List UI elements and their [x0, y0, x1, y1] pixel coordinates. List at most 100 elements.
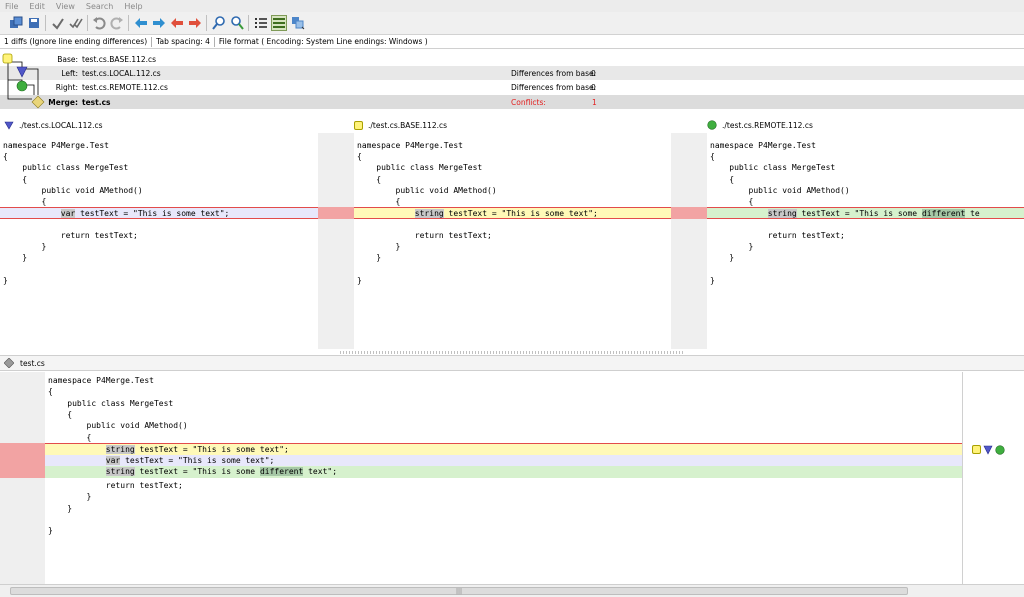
file-row-base[interactable]: Base: test.cs.BASE.112.cs: [0, 52, 1024, 66]
diff-count: 1 diffs (Ignore line ending differences): [4, 37, 148, 46]
menu-edit[interactable]: Edit: [24, 2, 51, 11]
local-conflict-keyword: var: [60, 209, 76, 218]
base-code-line: }: [357, 275, 362, 285]
remote-conflict-end: te: [965, 209, 980, 218]
base-filename: test.cs.BASE.112.cs: [82, 55, 157, 64]
base-file-icon: [354, 120, 363, 130]
file-row-merge[interactable]: Merge: test.cs Conflicts: 1: [0, 95, 1024, 109]
left-gutter: [318, 133, 354, 349]
merge-code-pane[interactable]: namespace P4Merge.Test { public class Mer…: [45, 372, 962, 584]
merge-filename: test.cs: [82, 98, 111, 107]
base-code-line: return testText;: [357, 230, 492, 240]
prev-diff-icon[interactable]: [133, 15, 149, 31]
remote-conflict-mid: testText = "This is some: [796, 209, 922, 218]
remote-code-line: public class MergeTest: [710, 163, 836, 173]
file-list: Base: test.cs.BASE.112.cs Left: test.cs.…: [0, 50, 1024, 112]
base-icon: [2, 53, 13, 64]
remote-code-line: public void AMethod(): [710, 185, 850, 195]
merge-code-line: {: [48, 387, 53, 397]
right-diff-label: Differences from base:: [511, 83, 597, 92]
base-conflict-line: string testText = "This is some text";: [357, 208, 598, 219]
undo-icon[interactable]: [91, 15, 107, 31]
toolbar: [0, 12, 1024, 35]
merge-gutter: [0, 372, 45, 584]
next-diff-icon[interactable]: [151, 15, 167, 31]
choose-base-icon[interactable]: [972, 445, 981, 454]
menu-help[interactable]: Help: [119, 2, 148, 11]
merge-code-line: return testText;: [48, 481, 183, 490]
save-all-icon[interactable]: [8, 15, 24, 31]
splitter-grip[interactable]: [340, 351, 685, 354]
merge-code-line: }: [48, 492, 92, 502]
choose-local-icon[interactable]: [983, 445, 993, 455]
remote-code-line: }: [710, 275, 715, 285]
local-code-line: {: [3, 197, 47, 206]
file-format: File format ( Encoding: System Line endi…: [218, 37, 428, 46]
merge-code-line: public void AMethod(): [48, 421, 188, 431]
right-filename: test.cs.REMOTE.112.cs: [82, 83, 168, 92]
choose-remote-icon[interactable]: [995, 445, 1005, 455]
find-icon[interactable]: [211, 15, 227, 31]
remote-icon: [16, 80, 28, 92]
base-code-line: }: [357, 242, 401, 252]
menu-search[interactable]: Search: [81, 2, 119, 11]
base-conflict-band[interactable]: string testText = "This is some text";: [354, 207, 671, 219]
file-row-left[interactable]: Left: test.cs.LOCAL.112.cs Differences f…: [0, 66, 1024, 80]
local-icon: [16, 66, 28, 78]
merge-text: testText = "This is some text";: [134, 445, 289, 454]
remote-conflict-band[interactable]: string testText = "This is some differen…: [707, 207, 1024, 219]
local-code-line: namespace P4Merge.Test: [3, 141, 109, 150]
remote-conflict-line: string testText = "This is some differen…: [710, 208, 980, 219]
left-filename: test.cs.LOCAL.112.cs: [82, 69, 161, 78]
merge-arrange-icon[interactable]: [290, 15, 306, 31]
left-diff-label: Differences from base:: [511, 69, 597, 78]
base-code-line: namespace P4Merge.Test: [357, 141, 463, 150]
merge-text: text";: [303, 467, 338, 477]
base-code-pane[interactable]: namespace P4Merge.Test { public class Mer…: [354, 133, 671, 349]
merge-choice-column: [962, 372, 1024, 584]
left-label: Left:: [61, 69, 78, 78]
local-code-line: {: [3, 152, 8, 162]
menu-view[interactable]: View: [51, 2, 81, 11]
right-gutter: [671, 133, 707, 349]
side-by-side-icon[interactable]: [271, 15, 287, 31]
remote-code-line: {: [710, 152, 715, 162]
remote-code-pane[interactable]: namespace P4Merge.Test { public class Mer…: [707, 133, 1024, 349]
horizontal-scrollbar[interactable]: |||: [0, 584, 1024, 597]
local-code-line: public class MergeTest: [3, 163, 129, 173]
find-next-icon[interactable]: [229, 15, 245, 31]
merge-pane-header: test.cs: [0, 355, 1024, 371]
merge-text: testText = "This is some text";: [120, 456, 275, 466]
local-code-line: {: [3, 174, 28, 184]
check-all-icon[interactable]: [68, 15, 84, 31]
remote-code-line: {: [710, 174, 735, 184]
line-numbers-icon[interactable]: [253, 15, 269, 31]
remote-conflict-diff: different: [921, 209, 966, 218]
check-icon[interactable]: [50, 15, 66, 31]
base-code-line: {: [357, 174, 382, 184]
merge-text: different: [259, 467, 304, 477]
merge-conflict-block[interactable]: string testText = "This is some text"; v…: [45, 443, 962, 478]
right-label: Right:: [55, 83, 78, 92]
merge-code-line: {: [48, 409, 73, 419]
merge-keyword: var: [105, 456, 121, 466]
next-conflict-icon[interactable]: [187, 15, 203, 31]
redo-icon[interactable]: [109, 15, 125, 31]
local-conflict-band[interactable]: var testText = "This is some text";: [0, 207, 318, 219]
local-code-line: public void AMethod(): [3, 185, 143, 195]
remote-code-line: return testText;: [710, 230, 845, 240]
file-row-right[interactable]: Right: test.cs.REMOTE.112.cs Differences…: [0, 80, 1024, 94]
prev-conflict-icon[interactable]: [169, 15, 185, 31]
left-diff-value: 0: [591, 69, 596, 78]
save-icon[interactable]: [26, 15, 42, 31]
menu-file[interactable]: File: [0, 2, 24, 11]
local-file-path: ./test.cs.LOCAL.112.cs: [19, 120, 103, 130]
merge-icon: [31, 95, 45, 109]
merge-local-line: var testText = "This is some text";: [45, 455, 962, 467]
local-code-line: }: [3, 242, 47, 252]
local-code-pane[interactable]: namespace P4Merge.Test { public class Mer…: [0, 133, 318, 349]
merge-code-line: }: [48, 526, 53, 536]
merge-keyword: string: [105, 445, 135, 454]
base-code-line: {: [357, 152, 362, 162]
base-conflict-rest: testText = "This is some text";: [443, 209, 598, 218]
